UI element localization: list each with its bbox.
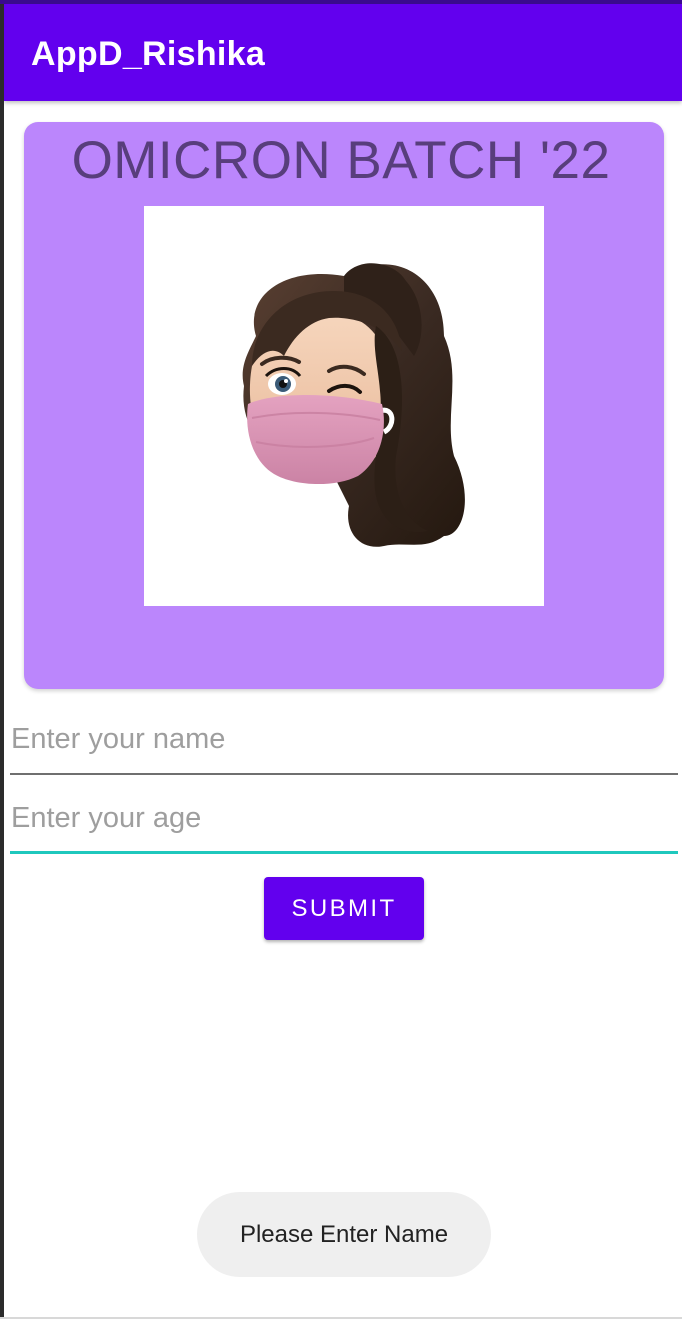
name-input-underline bbox=[10, 773, 678, 775]
age-input-placeholder: Enter your age bbox=[11, 802, 202, 834]
window-top-edge bbox=[0, 0, 682, 4]
app-title: AppD_Rishika bbox=[31, 35, 266, 73]
app-bar: AppD_Rishika bbox=[4, 4, 682, 101]
card-title: OMICRON BATCH '22 bbox=[71, 131, 611, 190]
toast-message: Please Enter Name bbox=[197, 1192, 491, 1277]
name-input[interactable]: Enter your name bbox=[10, 719, 678, 775]
age-input-underline bbox=[10, 851, 678, 854]
window-left-edge bbox=[0, 0, 4, 1319]
app-screen: AppD_Rishika OMICRON BATCH '22 Enter you… bbox=[0, 0, 682, 1319]
avatar-image bbox=[144, 206, 544, 606]
submit-button[interactable]: SUBMIT bbox=[264, 877, 424, 940]
memoji-avatar-icon bbox=[242, 263, 465, 547]
name-input-placeholder: Enter your name bbox=[11, 723, 226, 755]
age-input[interactable]: Enter your age bbox=[10, 798, 678, 854]
